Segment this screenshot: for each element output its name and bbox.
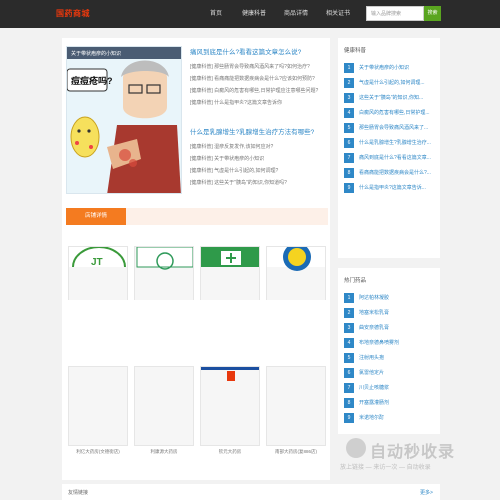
- rank-badge: 9: [344, 412, 354, 423]
- rank-badge: 7: [344, 382, 354, 393]
- search-input[interactable]: 输入品牌搜索: [366, 6, 424, 21]
- sidebar-link[interactable]: 1 关于带状疱疹的小知识: [338, 60, 440, 75]
- store-card[interactable]: 利康源大药房: [134, 366, 194, 455]
- rank-badge: 6: [344, 137, 354, 148]
- article-link[interactable]: [健康科普] 关于带状疱疹的小知识: [190, 153, 328, 165]
- feature-image[interactable]: 痘痘疮吗? 关于带状疱疹的小知识: [66, 46, 182, 194]
- rank-badge: 1: [344, 292, 354, 303]
- nav-product-detail[interactable]: 商品详情: [284, 8, 308, 17]
- rank-badge: 4: [344, 337, 354, 348]
- rank-badge: 2: [344, 307, 354, 318]
- more-link[interactable]: 更多>: [420, 489, 433, 496]
- store-card[interactable]: 南部大药房(复886店): [266, 366, 326, 455]
- rank-badge: 3: [344, 322, 354, 333]
- article-link[interactable]: [健康科普] 那些肠胃会导致痛风酒风来了吗?如何治疗?: [190, 61, 328, 73]
- sidebar-link[interactable]: 9 什么是指甲炎?这篇文章告诉...: [338, 180, 440, 195]
- site-logo[interactable]: 国药商城: [56, 8, 90, 19]
- article-group-1: 痛风到底是什么?看看这篇文章怎么说? [健康科普] 那些肠胃会导致痛风酒风来了吗…: [190, 46, 328, 109]
- watermark-subtext: 放上链接 — 来访一次 — 自动收录: [340, 465, 431, 471]
- nav-health[interactable]: 健康科普: [242, 8, 266, 17]
- sidebar-link[interactable]: 3 这些关于"胰岛"的知识,你知...: [338, 90, 440, 105]
- sidebar-link[interactable]: 9 米诺地尔酊: [338, 410, 440, 425]
- article-title[interactable]: 什么是乳腺增生?乳腺增生治疗方法有哪些?: [190, 126, 328, 136]
- article-link[interactable]: [健康科普] 湿疹反复发作,该如何应对?: [190, 141, 328, 153]
- sidebar-link[interactable]: 5 那些肠胃会导致痛风酒风来了...: [338, 120, 440, 135]
- store-name: 利亿大药房(文德街店): [76, 449, 120, 454]
- store-card[interactable]: 利亿大药房(文德街店): [68, 366, 128, 455]
- sidebar-hot-drugs: 热门药品 1 阿达帕林凝胶 2 地塞米松乳膏 3 曲安奈德乳膏 4 布地奈德鼻喷雾剂 5…: [338, 268, 440, 434]
- sidebar-link[interactable]: 2 气虚是什么引起的,如何调理...: [338, 75, 440, 90]
- store-name: 南部大药房(复886店): [274, 449, 317, 454]
- store-name: 利康源大药房: [150, 449, 178, 454]
- rank-badge: 1: [344, 62, 354, 73]
- store-name: 钦元大药房: [218, 449, 242, 454]
- sidebar-link[interactable]: 8 开塞露灌肠剂: [338, 395, 440, 410]
- rank-badge: 3: [344, 92, 354, 103]
- sidebar-link[interactable]: 4 布地奈德鼻喷雾剂: [338, 335, 440, 350]
- nav-home[interactable]: 首页: [210, 8, 222, 17]
- sidebar-link[interactable]: 7 川贝止咳糖浆: [338, 380, 440, 395]
- feature-illustration: 痘痘疮吗?: [67, 47, 181, 193]
- article-title[interactable]: 痛风到底是什么?看看这篇文章怎么说?: [190, 46, 328, 56]
- sidebar-link[interactable]: 7 痛风到底是什么?看看这篇文章...: [338, 150, 440, 165]
- search-button[interactable]: 搜索: [424, 6, 441, 21]
- top-navbar: 国药商城 首页 健康科普 商品详情 相关证书 输入品牌搜索 搜索: [0, 0, 500, 28]
- watermark-text: 自动秒收录: [370, 444, 456, 461]
- main-content: 痘痘疮吗? 关于带状疱疹的小知识 痛风到底是什么?看看这篇文章怎么说? [健康科…: [62, 38, 330, 324]
- svg-text:JT: JT: [91, 257, 103, 268]
- sidebar-health: 健康科普 1 关于带状疱疹的小知识 2 气虚是什么引起的,如何调理... 3 这些关于…: [338, 38, 440, 258]
- rank-badge: 9: [344, 182, 354, 193]
- nav-certificates[interactable]: 相关证书: [326, 8, 350, 17]
- article-link[interactable]: [健康科普] 白癜风的危害有哪些,日常护理应注意哪些问题?: [190, 85, 328, 97]
- article-link[interactable]: [健康科普] 看痛痛能把数据疾病会是什么?应该如何预防?: [190, 73, 328, 85]
- store-tab-bar: 店铺详情: [66, 208, 328, 225]
- store-image: [68, 366, 128, 446]
- sidebar-link[interactable]: 3 曲安奈德乳膏: [338, 320, 440, 335]
- sidebar-link[interactable]: 6 什么是乳腺增生?乳腺增生治疗...: [338, 135, 440, 150]
- sign-text: 痘痘疮吗?: [71, 75, 113, 86]
- store-image: [134, 366, 194, 446]
- sidebar-link[interactable]: 1 阿达帕林凝胶: [338, 290, 440, 305]
- article-group-2: 什么是乳腺增生?乳腺增生治疗方法有哪些? [健康科普] 湿疹反复发作,该如何应对…: [190, 126, 328, 189]
- rank-badge: 2: [344, 77, 354, 88]
- article-link[interactable]: [健康科普] 这些关于"胰岛"的知识,你知道吗?: [190, 177, 328, 189]
- store-image: [200, 366, 260, 446]
- sidebar-link[interactable]: 5 注射用头孢: [338, 350, 440, 365]
- sidebar-link[interactable]: 4 白癜风的危害有哪些,日常护理...: [338, 105, 440, 120]
- rank-badge: 8: [344, 397, 354, 408]
- article-link[interactable]: [健康科普] 气虚是什么引起的,如何调理?: [190, 165, 328, 177]
- watermark-logo-icon: [346, 438, 366, 458]
- tab-store-details[interactable]: 店铺详情: [66, 208, 126, 225]
- store-card[interactable]: 钦元大药房: [200, 366, 260, 455]
- article-link[interactable]: [健康科普] 什么是指甲炎?这篇文章告诉你: [190, 97, 328, 109]
- sidebar-title: 健康科普: [344, 48, 367, 54]
- store-image: [266, 366, 326, 446]
- store-logo-icon: [201, 367, 259, 381]
- store-grid-row-2: 利亿大药房(文德街店) 利康源大药房 钦元大药房 南部大药房(复886店): [62, 300, 330, 480]
- rank-badge: 7: [344, 152, 354, 163]
- rank-badge: 5: [344, 352, 354, 363]
- sidebar-title: 热门药品: [344, 278, 367, 284]
- sidebar-link[interactable]: 6 氯雷他定片: [338, 365, 440, 380]
- rank-badge: 8: [344, 167, 354, 178]
- friend-links-bar: 友情链接 更多>: [62, 484, 440, 500]
- rank-badge: 6: [344, 367, 354, 378]
- rank-badge: 5: [344, 122, 354, 133]
- watermark: 自动秒收录 放上链接 — 来访一次 — 自动收录: [340, 434, 490, 474]
- friend-links-title: 友情链接: [68, 490, 89, 496]
- sidebar-link[interactable]: 8 看痛痛能把数据疾病会是什么?...: [338, 165, 440, 180]
- feature-caption[interactable]: 关于带状疱疹的小知识: [67, 47, 181, 59]
- sidebar-link[interactable]: 2 地塞米松乳膏: [338, 305, 440, 320]
- rank-badge: 4: [344, 107, 354, 118]
- main-nav: 首页 健康科普 商品详情 相关证书: [210, 8, 368, 17]
